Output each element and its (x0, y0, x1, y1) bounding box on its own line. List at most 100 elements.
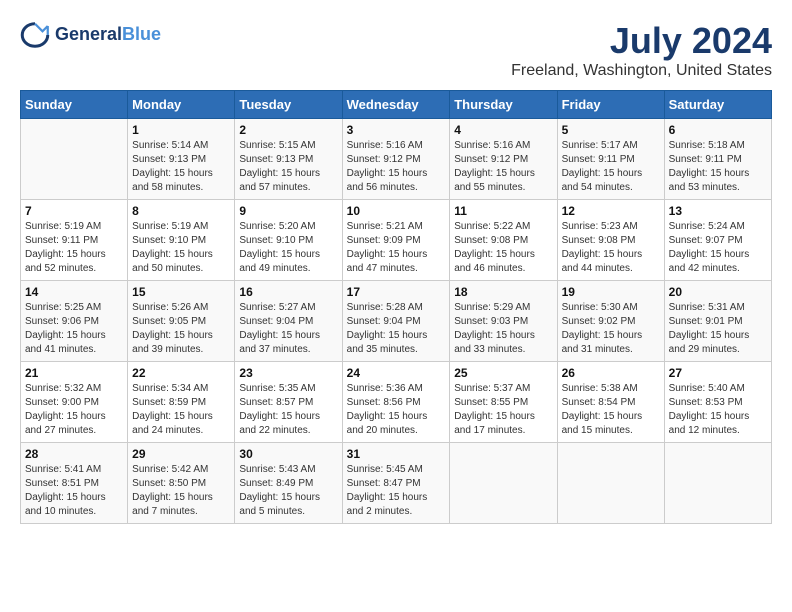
subtitle: Freeland, Washington, United States (511, 62, 772, 80)
day-info: Sunrise: 5:26 AM Sunset: 9:05 PM Dayligh… (132, 301, 230, 357)
calendar-cell: 27 Sunrise: 5:40 AM Sunset: 8:53 PM Dayli… (664, 362, 771, 443)
calendar-cell: 5Sunrise: 5:17 AM Sunset: 9:11 PM Daylig… (557, 119, 664, 200)
calendar-cell: 20 Sunrise: 5:31 AM Sunset: 9:01 PM Dayli… (664, 281, 771, 362)
day-info: Sunrise: 5:22 AM Sunset: 9:08 PM Dayligh… (454, 220, 552, 276)
header-row: SundayMondayTuesdayWednesdayThursdayFrid… (21, 91, 772, 119)
week-row-2: 14 Sunrise: 5:25 AM Sunset: 9:06 PM Dayli… (21, 281, 772, 362)
day-info: Sunrise: 5:14 AM Sunset: 9:13 PM Dayligh… (132, 139, 230, 195)
day-info: Sunrise: 5:45 AM Sunset: 8:47 PM Dayligh… (347, 463, 446, 519)
day-info: Sunrise: 5:42 AM Sunset: 8:50 PM Dayligh… (132, 463, 230, 519)
day-info: Sunrise: 5:17 AM Sunset: 9:11 PM Dayligh… (562, 139, 660, 195)
day-number: 14 (25, 285, 123, 299)
day-info: Sunrise: 5:31 AM Sunset: 9:01 PM Dayligh… (669, 301, 767, 357)
day-info: Sunrise: 5:35 AM Sunset: 8:57 PM Dayligh… (239, 382, 337, 438)
calendar-cell: 23 Sunrise: 5:35 AM Sunset: 8:57 PM Dayli… (235, 362, 342, 443)
day-number: 23 (239, 366, 337, 380)
calendar-cell: 8 Sunrise: 5:19 AM Sunset: 9:10 PM Daylig… (128, 200, 235, 281)
day-info: Sunrise: 5:27 AM Sunset: 9:04 PM Dayligh… (239, 301, 337, 357)
calendar-cell: 30Sunrise: 5:43 AM Sunset: 8:49 PM Dayli… (235, 443, 342, 524)
day-info: Sunrise: 5:40 AM Sunset: 8:53 PM Dayligh… (669, 382, 767, 438)
page-header: GeneralBlue July 2024 Freeland, Washingt… (20, 20, 772, 80)
calendar-cell: 26Sunrise: 5:38 AM Sunset: 8:54 PM Dayli… (557, 362, 664, 443)
calendar-cell: 13 Sunrise: 5:24 AM Sunset: 9:07 PM Dayli… (664, 200, 771, 281)
header-cell-friday: Friday (557, 91, 664, 119)
day-number: 13 (669, 204, 767, 218)
day-number: 2 (239, 123, 337, 137)
day-number: 22 (132, 366, 230, 380)
day-info: Sunrise: 5:41 AM Sunset: 8:51 PM Dayligh… (25, 463, 123, 519)
day-number: 12 (562, 204, 660, 218)
calendar-cell: 15 Sunrise: 5:26 AM Sunset: 9:05 PM Dayli… (128, 281, 235, 362)
calendar-cell: 19 Sunrise: 5:30 AM Sunset: 9:02 PM Dayli… (557, 281, 664, 362)
day-number: 7 (25, 204, 123, 218)
day-number: 15 (132, 285, 230, 299)
calendar-cell: 22Sunrise: 5:34 AM Sunset: 8:59 PM Dayli… (128, 362, 235, 443)
day-number: 18 (454, 285, 552, 299)
day-number: 1 (132, 123, 230, 137)
day-number: 11 (454, 204, 552, 218)
day-info: Sunrise: 5:16 AM Sunset: 9:12 PM Dayligh… (454, 139, 552, 195)
day-info: Sunrise: 5:24 AM Sunset: 9:07 PM Dayligh… (669, 220, 767, 276)
calendar-body: 1 Sunrise: 5:14 AM Sunset: 9:13 PM Daylig… (21, 119, 772, 524)
calendar-cell: 11 Sunrise: 5:22 AM Sunset: 9:08 PM Dayli… (450, 200, 557, 281)
calendar-cell: 29Sunrise: 5:42 AM Sunset: 8:50 PM Dayli… (128, 443, 235, 524)
day-info: Sunrise: 5:18 AM Sunset: 9:11 PM Dayligh… (669, 139, 767, 195)
logo-text: GeneralBlue (55, 25, 161, 45)
header-cell-wednesday: Wednesday (342, 91, 450, 119)
calendar-cell: 24 Sunrise: 5:36 AM Sunset: 8:56 PM Dayli… (342, 362, 450, 443)
day-info: Sunrise: 5:15 AM Sunset: 9:13 PM Dayligh… (239, 139, 337, 195)
calendar-cell: 1 Sunrise: 5:14 AM Sunset: 9:13 PM Daylig… (128, 119, 235, 200)
day-number: 28 (25, 447, 123, 461)
calendar-cell: 10Sunrise: 5:21 AM Sunset: 9:09 PM Dayli… (342, 200, 450, 281)
day-info: Sunrise: 5:19 AM Sunset: 9:10 PM Dayligh… (132, 220, 230, 276)
header-cell-thursday: Thursday (450, 91, 557, 119)
header-cell-saturday: Saturday (664, 91, 771, 119)
day-number: 8 (132, 204, 230, 218)
day-info: Sunrise: 5:37 AM Sunset: 8:55 PM Dayligh… (454, 382, 552, 438)
week-row-3: 21Sunrise: 5:32 AM Sunset: 9:00 PM Dayli… (21, 362, 772, 443)
calendar-cell: 18 Sunrise: 5:29 AM Sunset: 9:03 PM Dayli… (450, 281, 557, 362)
day-info: Sunrise: 5:23 AM Sunset: 9:08 PM Dayligh… (562, 220, 660, 276)
day-info: Sunrise: 5:36 AM Sunset: 8:56 PM Dayligh… (347, 382, 446, 438)
day-number: 26 (562, 366, 660, 380)
day-info: Sunrise: 5:43 AM Sunset: 8:49 PM Dayligh… (239, 463, 337, 519)
calendar-cell: 6 Sunrise: 5:18 AM Sunset: 9:11 PM Daylig… (664, 119, 771, 200)
day-number: 19 (562, 285, 660, 299)
calendar-cell: 16 Sunrise: 5:27 AM Sunset: 9:04 PM Dayli… (235, 281, 342, 362)
day-number: 31 (347, 447, 446, 461)
calendar-cell: 2 Sunrise: 5:15 AM Sunset: 9:13 PM Daylig… (235, 119, 342, 200)
day-number: 16 (239, 285, 337, 299)
calendar-cell: 9 Sunrise: 5:20 AM Sunset: 9:10 PM Daylig… (235, 200, 342, 281)
calendar-cell: 12 Sunrise: 5:23 AM Sunset: 9:08 PM Dayli… (557, 200, 664, 281)
day-number: 10 (347, 204, 446, 218)
day-info: Sunrise: 5:20 AM Sunset: 9:10 PM Dayligh… (239, 220, 337, 276)
day-number: 17 (347, 285, 446, 299)
day-info: Sunrise: 5:25 AM Sunset: 9:06 PM Dayligh… (25, 301, 123, 357)
calendar-table: SundayMondayTuesdayWednesdayThursdayFrid… (20, 90, 772, 524)
day-number: 24 (347, 366, 446, 380)
calendar-cell: 28 Sunrise: 5:41 AM Sunset: 8:51 PM Dayli… (21, 443, 128, 524)
week-row-1: 7 Sunrise: 5:19 AM Sunset: 9:11 PM Daylig… (21, 200, 772, 281)
day-number: 3 (347, 123, 446, 137)
day-number: 25 (454, 366, 552, 380)
main-title: July 2024 (511, 20, 772, 62)
day-number: 6 (669, 123, 767, 137)
header-cell-tuesday: Tuesday (235, 91, 342, 119)
calendar-cell: 21Sunrise: 5:32 AM Sunset: 9:00 PM Dayli… (21, 362, 128, 443)
day-number: 9 (239, 204, 337, 218)
day-number: 27 (669, 366, 767, 380)
day-number: 4 (454, 123, 552, 137)
calendar-cell: 31 Sunrise: 5:45 AM Sunset: 8:47 PM Dayli… (342, 443, 450, 524)
day-number: 20 (669, 285, 767, 299)
header-cell-monday: Monday (128, 91, 235, 119)
calendar-header: SundayMondayTuesdayWednesdayThursdayFrid… (21, 91, 772, 119)
day-info: Sunrise: 5:19 AM Sunset: 9:11 PM Dayligh… (25, 220, 123, 276)
calendar-cell (21, 119, 128, 200)
logo: GeneralBlue (20, 20, 161, 50)
week-row-4: 28 Sunrise: 5:41 AM Sunset: 8:51 PM Dayli… (21, 443, 772, 524)
day-info: Sunrise: 5:29 AM Sunset: 9:03 PM Dayligh… (454, 301, 552, 357)
day-info: Sunrise: 5:16 AM Sunset: 9:12 PM Dayligh… (347, 139, 446, 195)
calendar-cell (557, 443, 664, 524)
week-row-0: 1 Sunrise: 5:14 AM Sunset: 9:13 PM Daylig… (21, 119, 772, 200)
day-info: Sunrise: 5:30 AM Sunset: 9:02 PM Dayligh… (562, 301, 660, 357)
